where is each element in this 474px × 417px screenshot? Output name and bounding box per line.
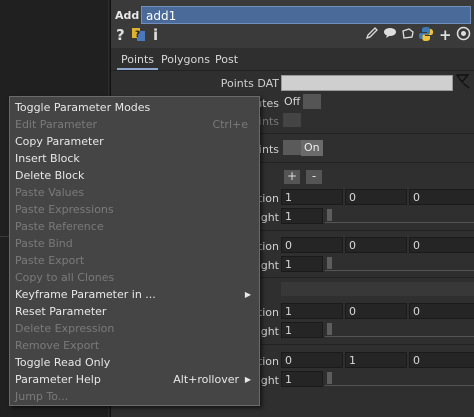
points-dat-label: Points DAT [220,77,279,90]
menu-shortcut: Ctrl+e [212,118,248,131]
position-x-field[interactable]: 1 [281,303,343,319]
menu-item[interactable]: Toggle Parameter Modes [15,99,253,116]
weight-slider[interactable] [325,322,474,337]
section-spacer [281,282,474,296]
submenu-arrow-icon: ▶ [244,375,251,384]
slider-knob[interactable] [327,372,332,384]
menu-item: Remove Export [15,337,253,354]
menu-item-label: Paste Values [15,186,85,199]
slider-knob[interactable] [327,209,332,221]
menu-item-label: Delete Expression [15,322,115,335]
position-x-field[interactable]: 0 [281,237,343,253]
attributes-toggle[interactable] [303,94,321,109]
weight-field[interactable]: 1 [281,256,323,272]
menu-item-label: Paste Export [15,254,85,267]
weight-slider[interactable] [325,371,474,386]
menu-item-label: Paste Bind [15,237,73,250]
menu-item: Paste Bind [15,235,253,252]
position-y-field[interactable]: 0 [345,237,407,253]
position-z-field[interactable]: 0 [409,303,474,319]
svg-text:?: ? [135,30,140,40]
add-icon[interactable]: + [439,26,452,44]
menu-item-label: Parameter Help [15,373,101,386]
dat-link-icon[interactable] [455,72,470,93]
menu-item[interactable]: Insert Block [15,150,253,167]
menu-item[interactable]: Parameter Help Alt+rollover ▶ [15,371,253,388]
weight-slider[interactable] [325,256,474,271]
tab-post[interactable]: Post [215,53,238,66]
points-toggle-switch[interactable] [283,140,301,155]
menu-item: Paste Values [15,184,253,201]
position-y-field[interactable]: 1 [345,352,407,368]
menu-item[interactable]: Reset Parameter [15,303,253,320]
disabled-param-toggle [283,113,301,127]
python-icon[interactable] [418,26,434,46]
position-z-field[interactable]: 0 [409,352,474,368]
menu-item: Paste Export [15,252,253,269]
context-menu: Toggle Parameter Modes Edit Parameter Ctrl… [9,96,260,406]
slider-knob[interactable] [327,257,332,269]
clone-icon[interactable] [401,26,415,44]
menu-item-label: Delete Block [15,169,85,182]
menu-item-label: Copy Parameter [15,135,104,148]
tab-points[interactable]: Points [117,53,159,70]
position-x-field[interactable]: 1 [281,189,343,205]
operator-type-label: Add [115,9,140,22]
menu-item-label: Jump To... [15,390,69,403]
panel-header: Add add1 ? ? i + [111,0,474,48]
position-x-field[interactable]: 0 [281,352,343,368]
menu-item-label: Reset Parameter [15,305,107,318]
menu-item-label: Insert Block [15,152,80,165]
menu-item: Copy to all Clones [15,269,253,286]
points-toggle-value[interactable]: On [301,140,323,156]
slider-knob[interactable] [327,323,332,335]
tab-polygons[interactable]: Polygons [161,53,210,66]
position-y-field[interactable]: 0 [345,189,407,205]
menu-item-label: Remove Export [15,339,100,352]
target-icon[interactable] [456,26,471,45]
menu-item[interactable]: Copy Parameter [15,133,253,150]
menu-item[interactable]: Delete Block [15,167,253,184]
help-icon[interactable]: ? [116,26,125,44]
menu-item: Delete Expression [15,320,253,337]
weight-field[interactable]: 1 [281,208,323,224]
submenu-arrow-icon: ▶ [244,290,251,299]
menu-item-label: Copy to all Clones [15,271,115,284]
info-icon[interactable]: i [153,26,158,44]
menu-item[interactable]: Toggle Read Only [15,354,253,371]
menu-shortcut: Alt+rollover [173,373,239,386]
operator-name-field[interactable]: add1 [141,6,471,24]
position-y-field[interactable]: 0 [345,303,407,319]
weight-slider[interactable] [325,208,474,223]
menu-item-label: Paste Expressions [15,203,114,216]
remove-block-button[interactable]: - [306,170,322,184]
position-z-field[interactable]: 0 [409,237,474,253]
add-block-button[interactable]: + [284,170,300,184]
parameter-tabs: Points Polygons Post [111,50,474,71]
weight-field[interactable]: 1 [281,322,323,338]
comment-icon[interactable] [383,26,397,44]
points-dat-field[interactable] [281,75,453,91]
weight-field[interactable]: 1 [281,371,323,387]
menu-item-label: Paste Reference [15,220,104,233]
menu-item: Jump To... [15,388,253,405]
menu-item-label: Edit Parameter [15,118,98,131]
python-help-icon[interactable]: ? [131,26,147,46]
menu-item: Paste Reference [15,218,253,235]
menu-item: Paste Expressions [15,201,253,218]
menu-item-label: Keyframe Parameter in ... [15,288,156,301]
position-z-field[interactable]: 0 [409,189,474,205]
menu-item[interactable]: Keyframe Parameter in ... ▶ [15,286,253,303]
menu-item-label: Toggle Parameter Modes [15,101,151,114]
menu-item-label: Toggle Read Only [15,356,111,369]
menu-item: Edit Parameter Ctrl+e [15,116,253,133]
attributes-toggle-value: Off [284,95,301,108]
edit-icon[interactable] [365,26,379,44]
